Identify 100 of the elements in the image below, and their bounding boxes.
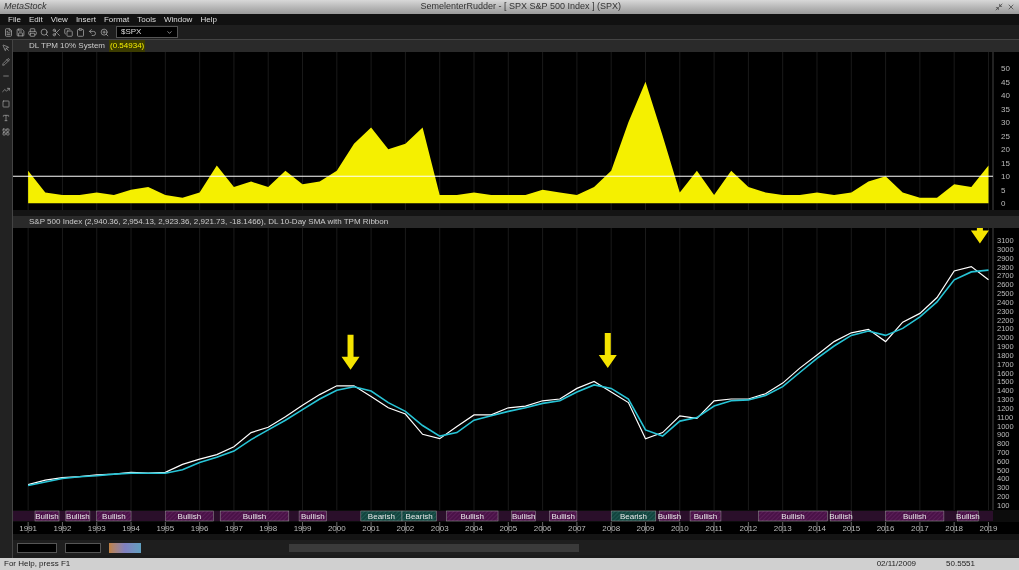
- axis-label: 2016: [876, 524, 895, 533]
- axis-label: 20: [1001, 145, 1010, 155]
- line-style-dropdown[interactable]: [17, 542, 57, 553]
- menu-item[interactable]: Window: [163, 13, 193, 26]
- window-title: SemelenterRudder - [ SPX S&P 500 Index ] (SPX): [420, 0, 621, 14]
- axis-label: 2009: [636, 524, 655, 533]
- minimize-icon[interactable]: [995, 3, 1003, 11]
- menu-item[interactable]: Help: [200, 13, 217, 26]
- ribbon-segment: Bearish: [401, 510, 437, 522]
- rectangle-icon[interactable]: [2, 100, 10, 108]
- indicator-title: DL TPM 10% System: [29, 40, 106, 52]
- status-value: 50.5551: [946, 558, 975, 570]
- axis-label: 1993: [87, 524, 106, 533]
- help-text: For Help, press F1: [4, 558, 71, 570]
- axis-label: 2001: [362, 524, 380, 533]
- ribbon-segment: Bullish: [549, 510, 578, 522]
- axis-label: 2013: [773, 524, 792, 533]
- axis-label: 1999: [293, 524, 312, 533]
- copy-icon[interactable]: [64, 27, 73, 37]
- axis-label: 2011: [705, 524, 723, 533]
- axis-label: 1995: [156, 524, 175, 533]
- pointer-icon[interactable]: [2, 44, 10, 52]
- ribbon-segment: Bullish: [829, 510, 853, 522]
- axis-label: 2006: [533, 524, 552, 533]
- axis-label: 30: [1001, 118, 1010, 128]
- ribbon-segment: Bullish: [758, 510, 828, 522]
- ribbon-segment: Bullish: [689, 510, 722, 522]
- ribbon-segment: Bullish: [446, 510, 499, 522]
- axis-label: 1996: [190, 524, 209, 533]
- menu-item[interactable]: View: [50, 13, 68, 26]
- axis-label: 10: [1001, 172, 1010, 182]
- save-icon[interactable]: [16, 27, 25, 37]
- ribbon-segment: Bullish: [65, 510, 91, 522]
- axis-label: 45: [1001, 77, 1010, 87]
- down-arrow: [598, 333, 617, 368]
- chart-title: S&P 500 Index (2,940.36, 2,954.13, 2,923.36, 2,921.73, -18.1466), DL 10-Day SMA with TPM Ribbon: [29, 216, 389, 228]
- symbol-field[interactable]: $SPX: [116, 26, 178, 38]
- ribbon-segment: Bullish: [34, 510, 60, 522]
- axis-label: 2015: [842, 524, 861, 533]
- scroll-bar[interactable]: [289, 543, 579, 552]
- axis-label: 2012: [739, 524, 758, 533]
- axis-label: 2002: [396, 524, 415, 533]
- trend-icon[interactable]: [2, 86, 10, 94]
- axis-label: 2005: [499, 524, 518, 533]
- axis-label: 2010: [670, 524, 689, 533]
- ribbon-segment: Bullish: [165, 510, 214, 522]
- axis-label: 2014: [808, 524, 826, 533]
- axis-label: 1991: [19, 524, 38, 533]
- axis-label: 1994: [122, 524, 140, 533]
- text-icon[interactable]: [2, 114, 10, 122]
- axis-label: 2017: [911, 524, 929, 533]
- axis-label: 0: [1001, 199, 1006, 209]
- menu-item[interactable]: Edit: [28, 13, 43, 26]
- axis-label: 50: [1001, 64, 1010, 74]
- menu-item[interactable]: Format: [103, 13, 130, 26]
- axis-label: 1997: [225, 524, 243, 533]
- close-icon[interactable]: [1007, 3, 1015, 11]
- ribbon-segment: Bullish: [511, 510, 536, 522]
- search-icon[interactable]: [40, 27, 49, 37]
- menu-item[interactable]: File: [8, 13, 21, 26]
- axis-label: 2019: [979, 524, 998, 533]
- axis-label: 15: [1001, 158, 1010, 168]
- indicator-value: (0.54934): [109, 40, 146, 52]
- axis-label: 40: [1001, 91, 1010, 101]
- grid-icon[interactable]: [2, 128, 10, 136]
- down-arrow: [341, 334, 360, 370]
- axis-label: 5: [1001, 185, 1006, 195]
- menu-item[interactable]: Tools: [137, 13, 156, 26]
- ribbon-segment: Bullish: [956, 510, 980, 522]
- line-width-dropdown[interactable]: [65, 542, 101, 553]
- ribbon-segment: Bullish: [657, 510, 682, 522]
- printer-icon[interactable]: [28, 27, 37, 37]
- pencil-icon[interactable]: [2, 58, 10, 66]
- menu-item[interactable]: Insert: [75, 13, 96, 26]
- axis-label: 25: [1001, 131, 1010, 141]
- axis-label: 2004: [465, 524, 483, 533]
- ribbon-segment: Bullish: [219, 510, 290, 522]
- axis-label: 1998: [259, 524, 278, 533]
- scissors-icon[interactable]: [52, 27, 61, 37]
- axis-label: 2003: [430, 524, 449, 533]
- dropdown-caret-icon[interactable]: [166, 28, 173, 36]
- axis-label: 2007: [568, 524, 586, 533]
- ribbon-segment: Bullish: [885, 510, 945, 522]
- axis-label: 2000: [327, 524, 346, 533]
- axis-label: 1992: [53, 524, 72, 533]
- color-palette[interactable]: [109, 542, 141, 553]
- zoom-icon[interactable]: [100, 27, 109, 37]
- ribbon-segment: Bullish: [298, 510, 327, 522]
- app-name: MetaStock: [4, 0, 47, 14]
- axis-label: 2018: [945, 524, 964, 533]
- document-icon[interactable]: [4, 27, 13, 37]
- ribbon-segment: Bullish: [96, 510, 132, 522]
- undo-icon[interactable]: [88, 27, 97, 37]
- axis-label: 2008: [602, 524, 621, 533]
- ribbon-segment: Bearish: [360, 510, 403, 522]
- down-arrow: [970, 228, 989, 244]
- status-date: 02/11/2009: [876, 558, 917, 570]
- clipboard-icon[interactable]: [76, 27, 85, 37]
- ribbon-segment: Bearish: [610, 510, 657, 522]
- axis-label: 35: [1001, 104, 1010, 114]
